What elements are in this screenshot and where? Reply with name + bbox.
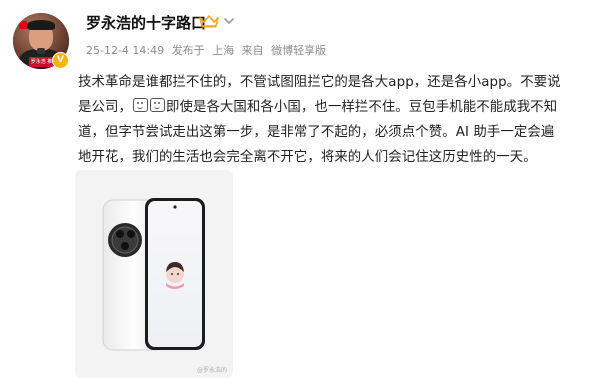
post-location: 上海 <box>212 44 235 57</box>
author-name[interactable]: 罗永浩的十字路口 <box>86 12 206 33</box>
post-content: 技术革命是谁都拦不住的，不管试图阻拦它的是各大app，还是各小app。不要说 是… <box>78 70 588 170</box>
post-line-2-prefix: 是公司， <box>78 100 132 115</box>
phone-illustration <box>102 198 205 351</box>
verified-badge-icon: V <box>52 52 69 69</box>
emoji-icon <box>149 98 165 112</box>
post-datetime[interactable]: 25-12-4 14:49 <box>86 44 164 57</box>
post-line-2: 是公司， 即使是各大国和各小国，也一样拦不住。豆包手机能不能成我不知 <box>78 95 588 120</box>
post-meta: 25-12-4 14:49 发布于 上海 来自 微博轻享版 <box>86 42 330 58</box>
chevron-down-icon[interactable] <box>222 14 236 28</box>
crown-icon <box>199 15 219 28</box>
image-watermark: @罗永浩的 <box>196 367 227 374</box>
post-line-1: 技术革命是谁都拦不住的，不管试图阻拦它的是各大app，还是各小app。不要说 <box>78 75 561 90</box>
post-image[interactable]: @罗永浩的 <box>75 170 233 378</box>
post-source-prefix: 发布于 <box>171 44 205 57</box>
post-line-2-text: 即使是各大国和各小国，也一样拦不住。豆包手机能不能成我不知 <box>165 100 558 115</box>
emoji-icon <box>132 98 148 112</box>
post-line-3: 道，但字节尝试走出这第一步，是非常了不起的，必须点个赞。AI 助手一定会遍 <box>78 125 555 140</box>
post-client[interactable]: 微博轻享版 <box>271 44 326 57</box>
post-line-4: 地开花，我们的生活也会完全离不开它，将来的人们会记住这历史性的一天。 <box>78 150 537 165</box>
post-via-prefix: 来自 <box>241 44 264 57</box>
